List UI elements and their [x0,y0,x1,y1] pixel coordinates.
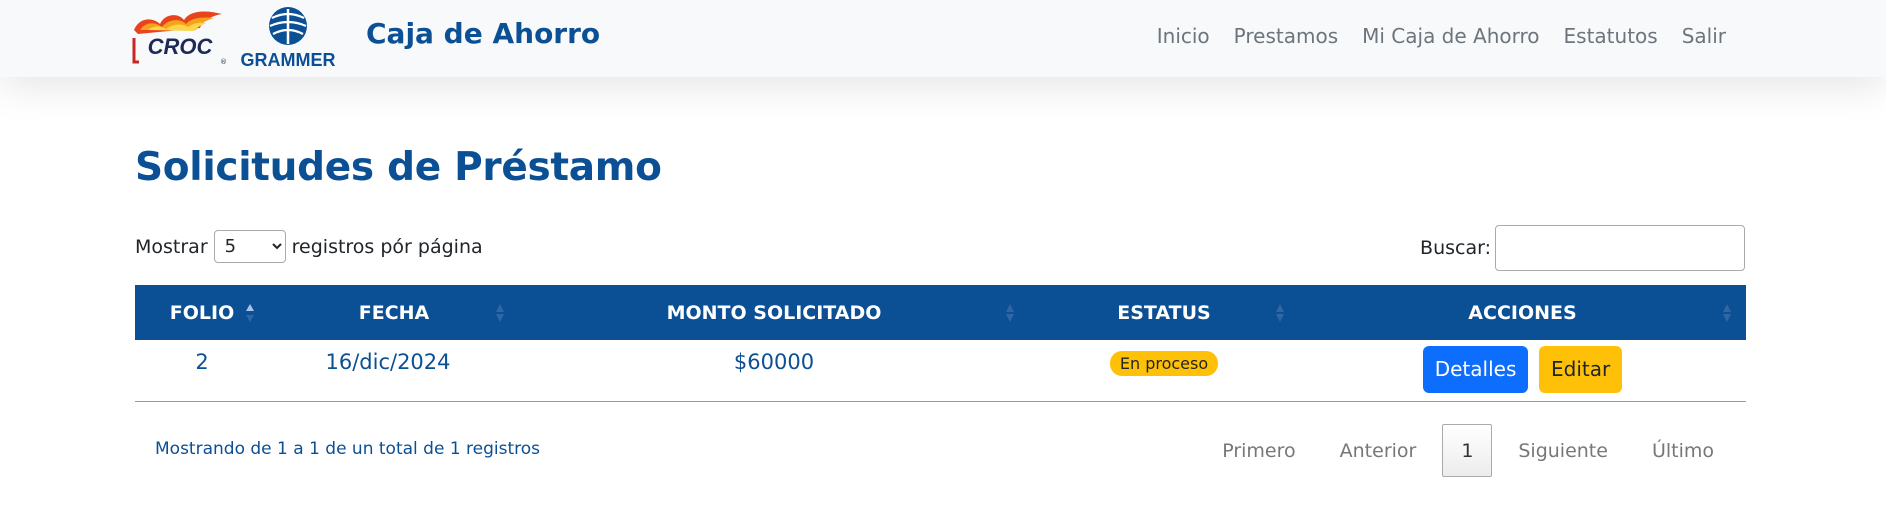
brand-title[interactable]: Caja de Ahorro [366,17,600,50]
pagination-last[interactable]: Último [1630,440,1736,462]
table-info-text: Mostrando de 1 a 1 de un total de 1 regi… [155,439,541,459]
pagination-current-page[interactable]: 1 [1442,424,1493,477]
grammer-wordmark: GRAMMER [241,50,336,70]
croc-wordmark: CROC [148,34,214,59]
loans-table: FOLIO FECHA MONTO SOLICITADO ESTATUS ACC… [135,285,1746,402]
sort-icon [1006,303,1014,322]
length-prefix-label: Mostrar [135,235,208,258]
table-header-row: FOLIO FECHA MONTO SOLICITADO ESTATUS ACC… [135,285,1746,340]
cell-estatus: En proceso [1029,340,1299,401]
cell-folio: 2 [195,350,209,374]
pagination-previous[interactable]: Anterior [1318,440,1439,462]
nav-link-salir[interactable]: Salir [1670,24,1738,48]
sort-icon [1723,303,1731,322]
column-header-acciones[interactable]: ACCIONES [1299,285,1746,340]
cell-fecha: 16/dic/2024 [325,350,451,374]
column-header-monto-solicitado[interactable]: MONTO SOLICITADO [519,285,1029,340]
nav-link-prestamos[interactable]: Prestamos [1222,24,1350,48]
loans-table-wrapper: FOLIO FECHA MONTO SOLICITADO ESTATUS ACC… [135,285,1746,402]
column-header-fecha[interactable]: FECHA [269,285,519,340]
sort-asc-icon [246,303,254,322]
pagination-next[interactable]: Siguiente [1496,440,1630,462]
status-badge: En proceso [1109,351,1219,376]
page-length-control: Mostrar 5 registros pór página [135,230,483,263]
croc-logo[interactable]: CROC ® [130,8,230,66]
table-row: 2 16/dic/2024 $60000 En proceso Detalles… [135,340,1746,401]
pagination: Primero Anterior 1 Siguiente Último [1200,424,1736,477]
search-input[interactable] [1495,225,1745,271]
nav-link-mi-caja-de-ahorro[interactable]: Mi Caja de Ahorro [1350,24,1551,48]
length-suffix-label: registros pór página [291,235,483,258]
cell-monto: $60000 [733,350,815,374]
cell-acciones: Detalles Editar [1299,340,1746,401]
grammer-logo[interactable]: GRAMMER [236,4,340,70]
sort-icon [1276,303,1284,322]
nav-link-inicio[interactable]: Inicio [1145,24,1222,48]
column-header-estatus[interactable]: ESTATUS [1029,285,1299,340]
navbar: CROC ® GRAMMER Caja de Ahorro Inicio Pre… [0,0,1886,77]
main-nav: Inicio Prestamos Mi Caja de Ahorro Estat… [1145,24,1738,48]
page-title: Solicitudes de Préstamo [135,145,662,190]
pagination-first[interactable]: Primero [1200,440,1317,462]
sort-icon [496,303,504,322]
page-length-select[interactable]: 5 [213,230,286,263]
column-header-folio[interactable]: FOLIO [135,285,269,340]
search-label: Buscar: [1420,237,1491,259]
nav-link-estatutos[interactable]: Estatutos [1552,24,1670,48]
edit-button[interactable]: Editar [1539,346,1623,393]
svg-text:®: ® [220,58,227,66]
details-button[interactable]: Detalles [1422,346,1529,393]
search-control: Buscar: [1420,225,1745,271]
